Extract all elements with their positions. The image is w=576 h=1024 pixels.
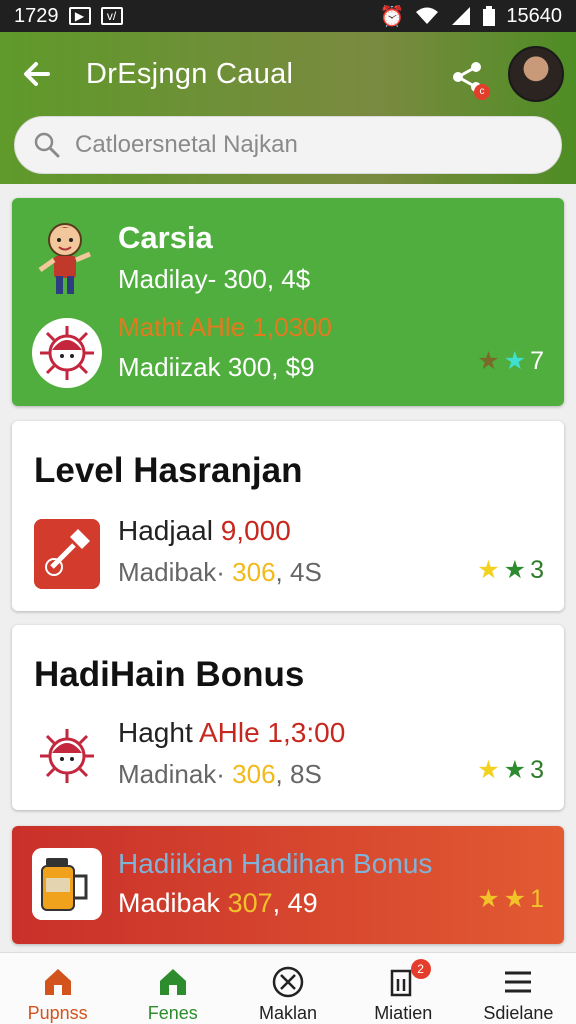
nav-label: Pupnss <box>27 1003 88 1023</box>
card-subtitle-2: Madiizak 300, $9 <box>118 352 315 382</box>
line-suffix: , 4S <box>275 557 322 587</box>
virus-icon <box>32 318 102 388</box>
line-label: Madibak <box>118 888 228 918</box>
star-icon: ★ <box>503 556 527 584</box>
search-input[interactable]: Catloersnetal Najkan <box>14 116 562 174</box>
arrow-left-icon[interactable] <box>20 56 56 92</box>
card-subtitle: Madilay- 300, 4$ <box>118 264 311 294</box>
rating-count: 3 <box>530 755 544 784</box>
line-value: 306 <box>232 759 276 789</box>
battery-icon <box>483 6 496 26</box>
nav-label: Maklan <box>258 1003 318 1023</box>
star-icon: ★ <box>503 347 527 375</box>
rating: ★ ★ 7 <box>477 346 544 376</box>
nav-item-home[interactable]: Pupnss <box>0 953 115 1024</box>
star-icon: ★ <box>477 556 500 584</box>
card-title: Carsia <box>118 220 213 255</box>
star-icon: ★ <box>477 885 500 913</box>
card-line-2: Madibak 307, 49 <box>118 888 318 919</box>
line-suffix: , 8S <box>275 759 322 789</box>
v-icon: v/ <box>100 7 123 25</box>
card-heading: HadiHain Bonus <box>34 655 305 694</box>
star-icon: ★ <box>477 756 500 784</box>
card-line-1: Hadiikian Hadihan Bonus <box>118 848 433 879</box>
bottom-nav: Pupnss Fenes Maklan 2 Miatien Sdielane <box>0 952 576 1024</box>
notification-badge: 2 <box>410 959 431 979</box>
alarm-icon: ⏰ <box>379 5 405 28</box>
nav-item-maklan[interactable]: Maklan <box>230 953 345 1024</box>
card-level[interactable]: Level Hasranjan Hadjaal 9,000 Madibak· 3… <box>12 421 564 611</box>
rating: ★ ★ 3 <box>477 755 544 785</box>
play-icon: ▶ <box>68 7 91 25</box>
card-highlight: Matht AHle 1,0300 <box>118 312 332 342</box>
search-icon <box>34 132 60 158</box>
line-value: 9,000 <box>220 515 291 546</box>
nav-label: Fenes <box>147 1003 198 1023</box>
line-label: Madinak· <box>118 759 233 789</box>
status-right-text: 15640 <box>506 4 562 27</box>
page-title: DrEsjngn Caual <box>86 58 294 90</box>
favorites-icon <box>159 969 186 995</box>
line-label: Haght <box>118 717 199 748</box>
line-value: AHle 1,3:00 <box>198 717 346 748</box>
nav-label: Miatien <box>374 1003 433 1023</box>
card-line-1: Haght AHle 1,3:00 <box>118 717 345 749</box>
rating-count: 1 <box>530 884 544 913</box>
line-label: Hadjaal <box>118 515 221 546</box>
menu-icon <box>505 971 532 993</box>
avatar[interactable] <box>508 46 564 102</box>
close-circle-icon <box>272 966 304 998</box>
rating: ★ ★ 1 <box>477 884 544 914</box>
status-bar: 1729 ▶ v/ ⏰ 15640 <box>0 0 576 32</box>
line-label: Madibak· <box>118 557 233 587</box>
share-badge: c <box>474 84 490 100</box>
card-hadihan-bonus[interactable]: Hadiikian Hadihan Bonus Madibak 307, 49 … <box>12 826 564 944</box>
hammer-icon <box>34 519 100 589</box>
canister-icon <box>32 848 102 920</box>
card-line-2: Madibak· 306, 4S <box>118 557 322 588</box>
nav-item-menu[interactable]: Sdielane <box>461 953 576 1024</box>
line-value: 306 <box>232 557 276 587</box>
signal-icon <box>452 7 471 25</box>
star-icon: ★ <box>477 347 500 375</box>
virus-icon <box>40 729 94 783</box>
rating: ★ ★ 3 <box>477 555 544 585</box>
cartoon-boy-icon <box>38 223 91 294</box>
nav-label: Sdielane <box>483 1003 554 1023</box>
search-placeholder: Catloersnetal Najkan <box>75 131 298 158</box>
card-carsia[interactable]: Carsia Madilay- 300, 4$ Matht AHle 1,030… <box>12 198 564 406</box>
home-icon <box>44 969 71 995</box>
star-icon: ★ <box>503 756 527 784</box>
status-time: 1729 <box>14 4 59 27</box>
card-line-2: Madinak· 306, 8S <box>118 759 322 790</box>
nav-item-notifications[interactable]: 2 Miatien <box>346 953 461 1024</box>
line-suffix: , 49 <box>272 888 318 918</box>
rating-count: 7 <box>530 346 544 375</box>
card-bonus[interactable]: HadiHain Bonus Haght AHle 1,3:00 Madinak… <box>12 625 564 810</box>
line-value: 307 <box>227 888 273 918</box>
rating-count: 3 <box>530 555 544 584</box>
card-line-1: Hadjaal 9,000 <box>118 515 291 547</box>
wifi-icon <box>416 7 439 24</box>
card-heading: Level Hasranjan <box>34 451 303 490</box>
nav-item-favorites[interactable]: Fenes <box>115 953 230 1024</box>
star-icon: ★ <box>503 885 527 913</box>
